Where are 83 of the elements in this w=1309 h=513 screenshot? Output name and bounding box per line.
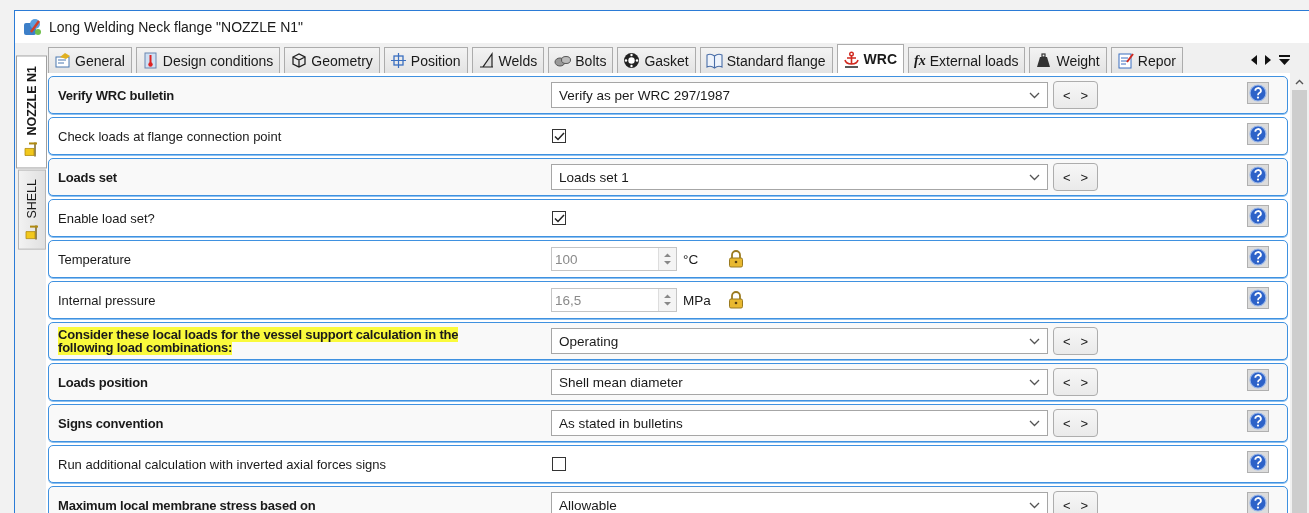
checkbox[interactable] bbox=[552, 129, 566, 143]
setting-label: Temperature bbox=[57, 252, 132, 266]
help-icon[interactable] bbox=[1247, 205, 1269, 227]
tab[interactable]: Gasket bbox=[617, 47, 696, 73]
previous-button[interactable]: < bbox=[1060, 415, 1074, 431]
setting-label: Check loads at flange connection point bbox=[57, 129, 283, 143]
form-icon bbox=[54, 52, 71, 69]
previous-button[interactable]: < bbox=[1060, 333, 1074, 349]
window-title: Long Welding Neck flange "NOZZLE N1" bbox=[49, 19, 304, 35]
chevron-down-icon[interactable] bbox=[1029, 173, 1040, 181]
help-icon[interactable] bbox=[1247, 451, 1269, 473]
chevron-down-icon[interactable] bbox=[1029, 91, 1040, 99]
tab[interactable]: Standard flange bbox=[699, 47, 833, 73]
unit-label: °C bbox=[683, 251, 700, 267]
next-button[interactable]: > bbox=[1077, 87, 1092, 103]
chevron-down-icon[interactable] bbox=[1029, 501, 1040, 509]
setting-label: Run additional calculation with inverted axial forces signs bbox=[57, 457, 388, 471]
setting-label: Consider these local loads for the vessel support calculation in the following load combinations: bbox=[57, 328, 460, 354]
tab[interactable]: Geometry bbox=[284, 47, 380, 73]
side-tab[interactable]: SHELL bbox=[18, 170, 46, 251]
previous-button[interactable]: < bbox=[1060, 87, 1074, 103]
app-icon bbox=[22, 17, 42, 37]
tab[interactable]: Design conditions bbox=[135, 47, 281, 73]
flag-icon bbox=[24, 141, 39, 158]
vertical-scrollbar[interactable] bbox=[1290, 73, 1309, 513]
setting-label: Enable load set? bbox=[57, 211, 156, 225]
scroll-right-icon[interactable] bbox=[1264, 54, 1272, 66]
overflow-menu-icon[interactable] bbox=[1278, 54, 1291, 66]
scroll-left-icon[interactable] bbox=[1250, 54, 1258, 66]
tab[interactable]: Welds bbox=[471, 47, 545, 73]
help-icon[interactable] bbox=[1247, 410, 1269, 432]
setting-label: Verify WRC bulletin bbox=[57, 88, 176, 102]
help-icon[interactable] bbox=[1247, 369, 1269, 391]
gasket-icon bbox=[623, 52, 641, 69]
checkbox[interactable] bbox=[552, 211, 566, 225]
scrollbar-thumb[interactable] bbox=[1292, 90, 1307, 513]
cube-icon bbox=[290, 52, 308, 69]
tab[interactable]: Bolts bbox=[548, 47, 614, 73]
dropdown[interactable]: Verify as per WRC 297/1987 bbox=[551, 82, 1048, 108]
function-icon: fx bbox=[914, 52, 926, 69]
anchor-icon bbox=[842, 50, 860, 68]
chevron-down-icon[interactable] bbox=[1029, 419, 1040, 427]
checkbox[interactable] bbox=[552, 457, 566, 471]
dropdown[interactable]: As stated in bulletins bbox=[551, 410, 1048, 436]
next-button[interactable]: > bbox=[1077, 415, 1092, 431]
unit-label: MPa bbox=[683, 292, 712, 308]
previous-button[interactable]: < bbox=[1060, 169, 1074, 185]
dropdown[interactable]: Allowable bbox=[551, 492, 1048, 513]
dropdown[interactable]: Shell mean diameter bbox=[551, 369, 1048, 395]
next-button[interactable]: > bbox=[1077, 169, 1092, 185]
report-icon bbox=[1116, 52, 1134, 69]
setting-label: Loads position bbox=[57, 375, 149, 389]
setting-label: Loads set bbox=[57, 170, 118, 184]
scroll-up-icon[interactable] bbox=[1295, 78, 1304, 85]
next-button[interactable]: > bbox=[1077, 497, 1092, 513]
flag-icon bbox=[25, 225, 39, 242]
help-icon[interactable] bbox=[1247, 123, 1269, 145]
setting-label: Internal pressure bbox=[57, 293, 157, 307]
tab[interactable]: fx External loads bbox=[908, 47, 1026, 73]
weld-icon bbox=[477, 52, 495, 69]
thermometer-icon bbox=[141, 52, 159, 69]
setting-label: Maximum local membrane stress based on bbox=[57, 498, 317, 512]
book-icon bbox=[705, 52, 723, 69]
previous-button[interactable]: < bbox=[1060, 497, 1074, 513]
chevron-down-icon[interactable] bbox=[1029, 337, 1040, 345]
tab[interactable]: General bbox=[48, 47, 132, 73]
tab[interactable]: Position bbox=[383, 47, 468, 73]
weight-icon bbox=[1035, 52, 1053, 69]
setting-label: Signs convention bbox=[57, 416, 165, 430]
chevron-down-icon[interactable] bbox=[1029, 378, 1040, 386]
help-icon[interactable] bbox=[1247, 164, 1269, 186]
help-icon[interactable] bbox=[1247, 492, 1269, 513]
next-button[interactable]: > bbox=[1077, 333, 1092, 349]
crosshair-icon bbox=[389, 52, 407, 69]
previous-button[interactable]: < bbox=[1060, 374, 1074, 390]
tab[interactable]: WRC bbox=[836, 44, 905, 73]
tab[interactable]: Weight bbox=[1029, 47, 1107, 73]
side-tab[interactable]: NOZZLE N1 bbox=[16, 55, 47, 169]
dropdown[interactable]: Loads set 1 bbox=[551, 164, 1048, 190]
dropdown[interactable]: Operating bbox=[551, 328, 1048, 354]
tab[interactable]: Repor bbox=[1110, 47, 1183, 73]
help-icon[interactable] bbox=[1247, 82, 1269, 104]
next-button[interactable]: > bbox=[1077, 374, 1092, 390]
